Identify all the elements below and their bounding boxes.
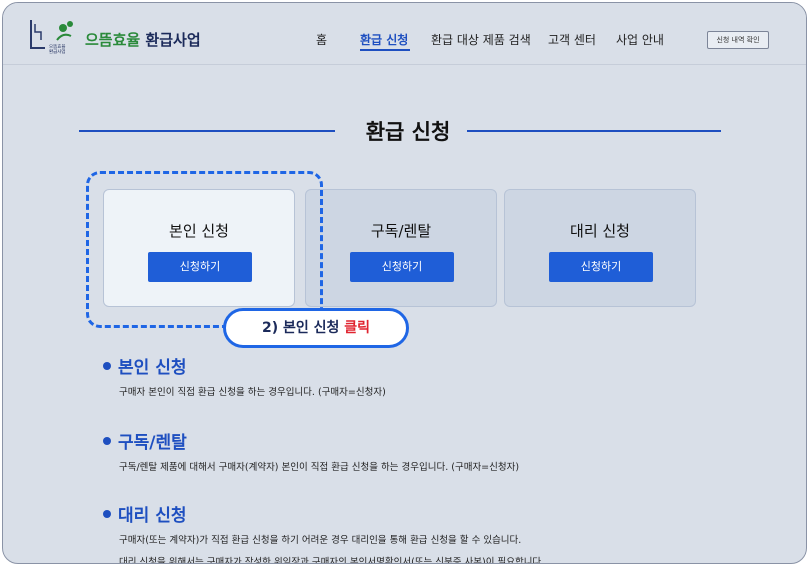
section-heading-text: 대리 신청 [118,506,187,526]
site-header: 으뜸효율 환급사업 으뜸효율 환급사업 홈 환급 신청 환급 대상 제품 검색 … [3,3,806,65]
section-description: 구독/렌탈 제품에 대해서 구매자(계약자) 본인이 직접 환급 신청을 하는 … [119,462,520,473]
check-history-button[interactable]: 신청 내역 확인 [707,31,769,49]
title-divider-left [79,130,335,132]
section-self-apply: 본인 신청 구매자 본인이 직접 환급 신청을 하는 경우입니다. (구매자=신… [103,353,386,398]
proxy-apply-button[interactable]: 신청하기 [549,252,653,282]
section-heading: 본인 신청 [103,353,386,378]
nav-item-business-info[interactable]: 사업 안내 [616,31,664,48]
bullet-icon [103,437,111,445]
nav-active-underline [360,49,410,51]
section-proxy-apply: 대리 신청 구매자(또는 계약자)가 직접 환급 신청을 하기 어려운 경우 대… [103,501,545,564]
card-title: 구독/렌탈 [370,222,432,240]
bullet-icon [103,510,111,518]
nav-item-home[interactable]: 홈 [316,31,327,48]
nav-item-product-search[interactable]: 환급 대상 제품 검색 [431,31,531,48]
section-description: 구매자 본인이 직접 환급 신청을 하는 경우입니다. (구매자=신청자) [119,387,386,398]
section-subscription-rental: 구독/렌탈 구독/렌탈 제품에 대해서 구매자(계약자) 본인이 직접 환급 신… [103,428,519,473]
title-divider-right [467,130,721,132]
page-title: 환급 신청 [365,120,451,144]
nav-item-customer-center[interactable]: 고객 센터 [548,31,596,48]
callout-text: 2) 본인 신청 [261,320,345,336]
section-heading-text: 구독/렌탈 [118,433,187,453]
section-heading: 대리 신청 [103,501,544,526]
bullet-icon [103,362,111,370]
card-proxy-apply: 대리 신청 신청하기 [504,189,696,307]
highlight-box [86,171,323,328]
nav-item-refund-apply[interactable]: 환급 신청 [360,31,408,48]
main-nav: 홈 환급 신청 환급 대상 제품 검색 고객 센터 사업 안내 [3,31,806,51]
section-description: 구매자(또는 계약자)가 직접 환급 신청을 하기 어려운 경우 대리인을 통해… [119,535,522,546]
card-subscription-rental: 구독/렌탈 신청하기 [305,189,497,307]
instruction-callout: 2) 본인 신청 클릭 [223,308,409,348]
callout-highlight: 클릭 [344,320,371,336]
card-title: 대리 신청 [570,222,630,240]
browser-frame: 으뜸효율 환급사업 으뜸효율 환급사업 홈 환급 신청 환급 대상 제품 검색 … [2,2,807,564]
section-heading: 구독/렌탈 [103,428,519,453]
section-heading-text: 본인 신청 [118,358,187,378]
rental-apply-button[interactable]: 신청하기 [350,252,454,282]
section-description-2: 대리 신청을 위해서는 구매자가 작성한 위임장과 구매자의 본인서명확인서(또… [119,557,545,564]
